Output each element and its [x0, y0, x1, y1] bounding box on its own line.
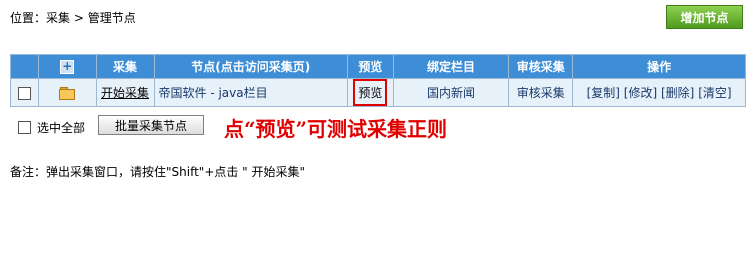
- nodes-table: + 采集 节点(点击访问采集页) 预览 绑定栏目 审核采集 操作 开始采集 帝国…: [10, 54, 746, 107]
- row-folder-cell: [38, 79, 96, 106]
- header-preview: 预览: [347, 55, 393, 78]
- row-checkbox[interactable]: [17, 86, 31, 100]
- header-collect: 采集: [96, 55, 154, 78]
- table-header-row: + 采集 节点(点击访问采集页) 预览 绑定栏目 审核采集 操作: [11, 55, 745, 78]
- header-actions: 操作: [573, 55, 745, 78]
- batch-collect-button[interactable]: 批量采集节点: [98, 115, 204, 135]
- footer-note: 备注：弹出采集窗口，请按住"Shift"+点击 " 开始采集": [10, 165, 306, 179]
- breadcrumb-item-manage-nodes[interactable]: 管理节点: [88, 9, 136, 26]
- header-expand-cell: +: [38, 55, 96, 78]
- row-bind-column[interactable]: 国内新闻: [393, 79, 509, 106]
- start-collect-link[interactable]: 开始采集: [101, 86, 149, 100]
- table-row: 开始采集 帝国软件 - java栏目 预览 国内新闻 审核采集 [复制] [修改…: [11, 79, 745, 106]
- row-checkbox-cell: [11, 79, 38, 106]
- header-node: 节点(点击访问采集页): [154, 55, 347, 78]
- folder-icon: [59, 87, 76, 100]
- row-collect-cell: 开始采集: [96, 79, 154, 106]
- breadcrumb-separator: >: [70, 11, 88, 25]
- select-all: 选中全部: [18, 119, 85, 136]
- preview-link[interactable]: 预览: [353, 79, 388, 106]
- row-review-link[interactable]: 审核采集: [509, 79, 573, 106]
- copy-action[interactable]: [复制]: [587, 86, 620, 100]
- breadcrumb-prefix: 位置：: [10, 11, 47, 25]
- clear-action[interactable]: [清空]: [698, 86, 731, 100]
- annotation-text: 点“预览”可测试采集正则: [224, 117, 448, 141]
- header-bind-column: 绑定栏目: [393, 55, 509, 78]
- edit-action[interactable]: [修改]: [624, 86, 657, 100]
- row-node-name[interactable]: 帝国软件 - java栏目: [154, 79, 347, 106]
- row-preview-cell: 预览: [347, 79, 393, 106]
- add-node-button[interactable]: 增加节点: [666, 5, 743, 29]
- header-checkbox-cell: [11, 55, 38, 78]
- select-all-label: 选中全部: [37, 121, 86, 135]
- breadcrumb-item-collect[interactable]: 采集: [46, 9, 70, 26]
- expand-all-icon[interactable]: +: [60, 59, 75, 74]
- header-review: 审核采集: [509, 55, 573, 78]
- breadcrumb: 位置：采集 > 管理节点: [10, 9, 136, 26]
- page: 位置：采集 > 管理节点 增加节点 + 采集 节点(点击访问采集页) 预览 绑定…: [0, 0, 756, 256]
- row-actions: [复制] [修改] [删除] [清空]: [573, 79, 745, 106]
- select-all-checkbox[interactable]: [18, 121, 31, 134]
- delete-action[interactable]: [删除]: [661, 86, 694, 100]
